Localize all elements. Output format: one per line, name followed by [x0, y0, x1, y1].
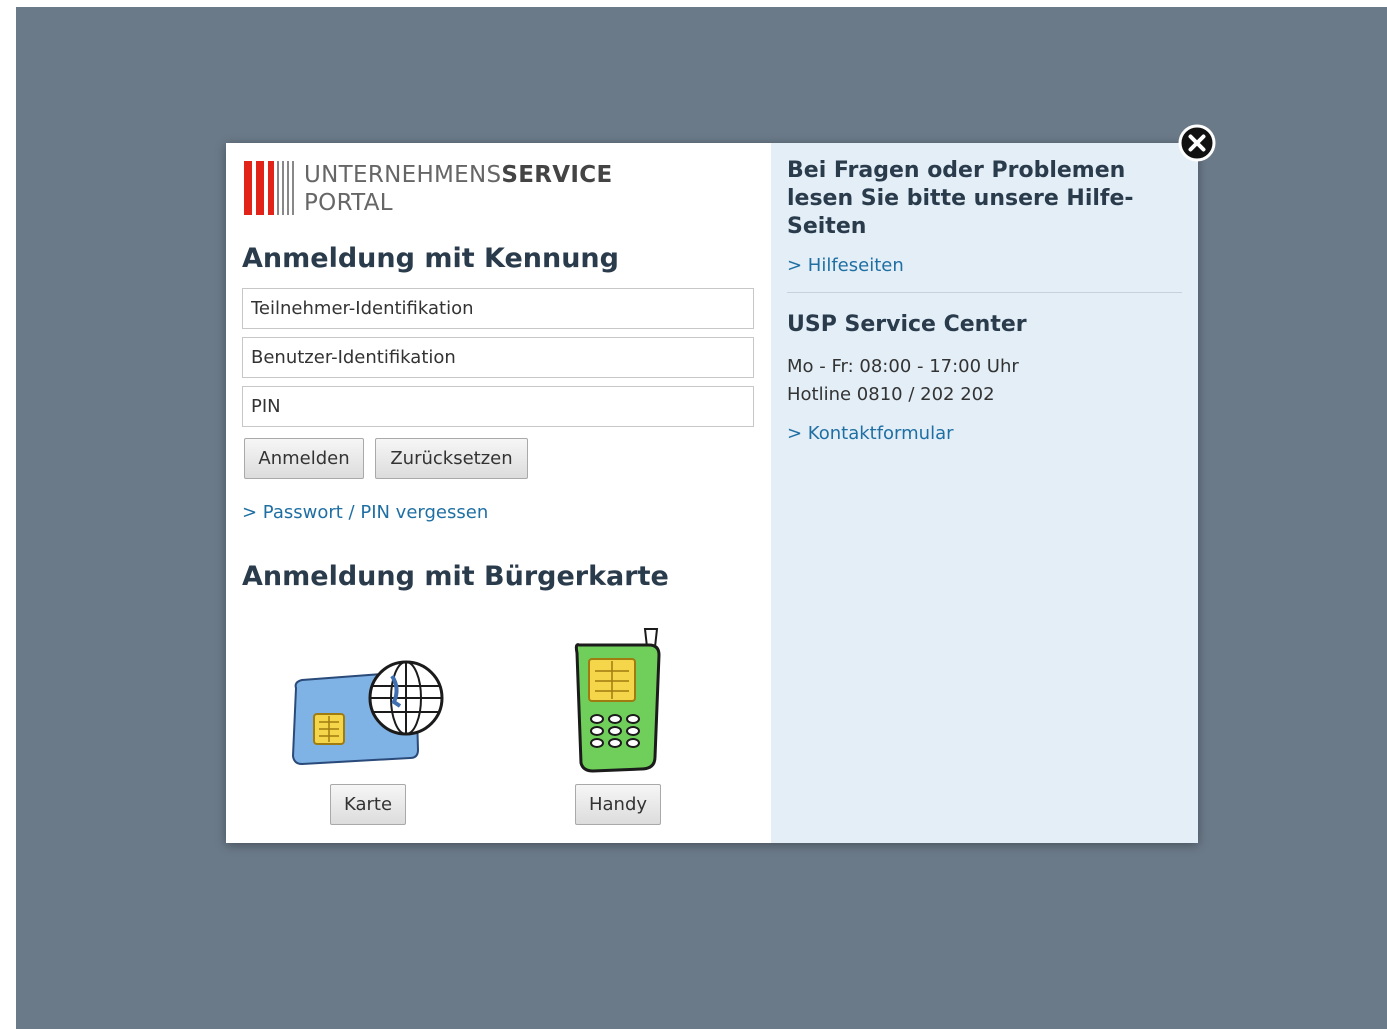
login-button[interactable]: Anmelden — [244, 438, 364, 479]
logo-text: UNTERNEHMENSSERVICE PORTAL — [304, 161, 612, 217]
logo-bars-icon — [244, 161, 294, 215]
phone-login-button[interactable]: Handy — [575, 784, 661, 825]
pin-input[interactable] — [242, 386, 754, 427]
logo-line1-light: UNTERNEHMENS — [304, 162, 502, 188]
mobile-phone-icon — [574, 628, 661, 773]
forgot-password-link[interactable]: > Passwort / PIN vergessen — [242, 502, 488, 523]
service-center-heading: USP Service Center — [787, 312, 1027, 337]
help-pages-link[interactable]: > Hilfeseiten — [787, 255, 904, 276]
help-panel: Bei Fragen oder Problemen lesen Sie bitt… — [771, 143, 1198, 843]
close-icon[interactable] — [1178, 124, 1216, 162]
service-hours: Mo - Fr: 08:00 - 17:00 Uhr — [787, 356, 1019, 377]
user-id-input[interactable] — [242, 337, 754, 378]
smartcard-globe-icon — [291, 660, 444, 766]
help-heading: Bei Fragen oder Problemen lesen Sie bitt… — [787, 158, 1134, 239]
login-id-heading: Anmeldung mit Kennung — [242, 243, 619, 274]
logo-line2: PORTAL — [304, 190, 393, 216]
service-hotline: Hotline 0810 / 202 202 — [787, 384, 995, 405]
help-divider — [787, 292, 1182, 293]
contact-form-link[interactable]: > Kontaktformular — [787, 423, 954, 444]
reset-button[interactable]: Zurücksetzen — [375, 438, 528, 479]
card-login-button[interactable]: Karte — [330, 784, 406, 825]
usp-logo: UNTERNEHMENSSERVICE PORTAL — [244, 161, 612, 217]
participant-id-input[interactable] — [242, 288, 754, 329]
login-card-heading: Anmeldung mit Bürgerkarte — [242, 561, 669, 592]
login-dialog: UNTERNEHMENSSERVICE PORTAL Anmeldung mit… — [226, 143, 1198, 843]
logo-line1-bold: SERVICE — [501, 162, 613, 188]
login-panel: UNTERNEHMENSSERVICE PORTAL Anmeldung mit… — [226, 143, 771, 843]
